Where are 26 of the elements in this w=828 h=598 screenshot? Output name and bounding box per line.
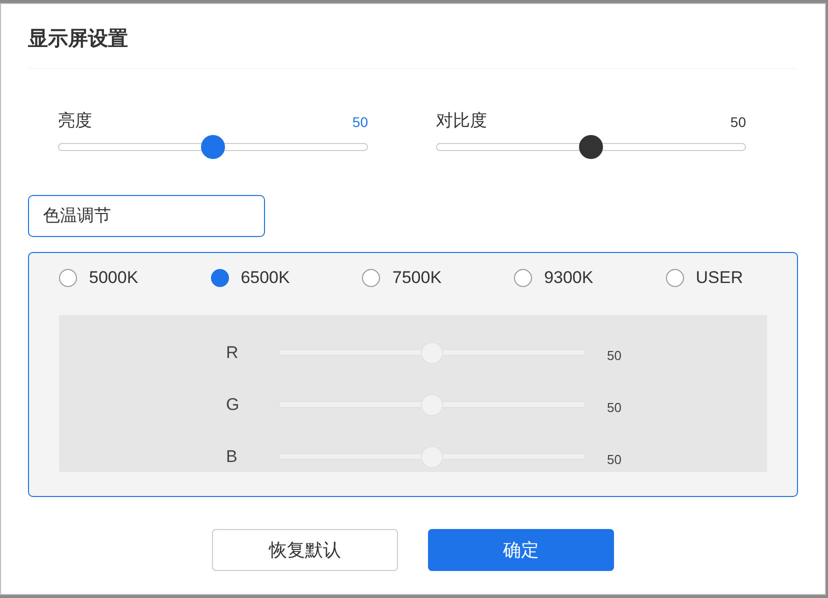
radio-icon[interactable] — [514, 269, 532, 287]
radio-option[interactable]: 6500K — [210, 265, 290, 291]
channel-label: R — [226, 342, 240, 364]
slider-value: 50 — [606, 451, 622, 470]
slider-thumb[interactable] — [579, 135, 603, 159]
slider-value: 50 — [352, 113, 368, 132]
confirm-button[interactable]: 确定 — [428, 529, 614, 571]
slider-value: 50 — [606, 347, 622, 366]
radio-option[interactable]: 9300K — [514, 265, 594, 291]
slider-thumb[interactable] — [201, 135, 225, 159]
channel-label: G — [226, 394, 240, 416]
radio-icon[interactable] — [59, 269, 77, 287]
section-tab[interactable]: 色温调节 — [28, 195, 265, 237]
radio-option[interactable]: 7500K — [362, 265, 442, 291]
channel-label: B — [226, 446, 238, 468]
radio-icon[interactable] — [666, 269, 684, 287]
slider-label: 对比度 — [436, 110, 487, 132]
reset-button[interactable]: 恢复默认 — [212, 529, 398, 571]
radio-option[interactable]: USER — [666, 265, 743, 291]
radio-icon[interactable] — [362, 269, 380, 287]
slider-value: 50 — [606, 399, 622, 418]
slider-value: 50 — [730, 113, 746, 132]
slider-label: 亮度 — [58, 110, 92, 132]
dialog-title: 显示屏设置 — [28, 27, 129, 52]
radio-icon[interactable] — [210, 269, 229, 287]
radio-option[interactable]: 5000K — [59, 265, 138, 291]
